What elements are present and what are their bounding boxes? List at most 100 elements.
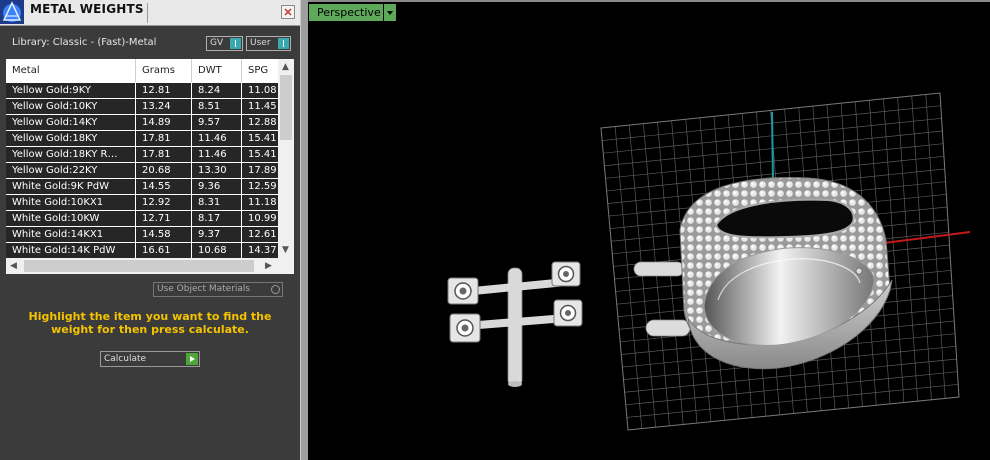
column-header-spg[interactable]: SPG — [242, 59, 282, 82]
cell-spg: 15.41 — [248, 133, 277, 144]
cell-metal: Yellow Gold:18KY — [6, 131, 136, 146]
cell-spg: 11.18 — [248, 197, 277, 208]
user-toggle-label: User — [250, 38, 271, 48]
cell-dwt: 13.30 — [192, 163, 242, 178]
cell-dwt: 8.31 — [192, 195, 242, 210]
cell-metal: Yellow Gold:14KY — [6, 115, 136, 130]
view-mode-dropdown-icon[interactable] — [384, 4, 396, 21]
cell-dwt: 11.46 — [192, 147, 242, 162]
cell-spg: 11.45 — [248, 101, 277, 112]
cell-grams: 14.89 — [136, 115, 192, 130]
sprue-tree-model — [447, 261, 583, 387]
cell-dwt: 9.36 — [192, 179, 242, 194]
cell-spg: 10.99 — [248, 213, 277, 224]
cell-grams: 13.24 — [136, 99, 192, 114]
grid-line — [625, 371, 958, 406]
cell-spg: 12.88 — [248, 117, 277, 128]
cell-metal: White Gold:9K PdW — [6, 179, 136, 194]
panel-titlebar[interactable]: METAL WEIGHTS — [0, 0, 300, 26]
cell-metal: White Gold:14KX1 — [6, 227, 136, 242]
cell-spg: 15.41 — [248, 149, 277, 160]
cell-dwt: 11.46 — [192, 131, 242, 146]
use-object-materials-radio-icon[interactable] — [271, 285, 280, 294]
cell-grams: 16.61 — [136, 243, 192, 258]
table-horizontal-scrollbar[interactable]: ◀ ▶ — [6, 258, 278, 274]
horizontal-scroll-thumb[interactable] — [24, 260, 254, 272]
table-row[interactable]: Yellow Gold:9KY 12.81 8.24 11.08 — [6, 83, 278, 99]
close-button[interactable] — [281, 5, 295, 19]
cell-metal: Yellow Gold:10KY — [6, 99, 136, 114]
cell-grams: 12.81 — [136, 83, 192, 98]
table-row[interactable]: White Gold:10KW 12.71 8.17 10.99 — [6, 211, 278, 227]
cell-grams: 12.92 — [136, 195, 192, 210]
grid-line — [626, 383, 959, 418]
scrollbar-corner — [278, 258, 294, 274]
table-row[interactable]: Yellow Gold:22KY 20.68 13.30 17.89 — [6, 163, 278, 179]
title-divider — [147, 3, 148, 23]
table-row[interactable]: Yellow Gold:18KY 17.81 11.46 15.41 — [6, 131, 278, 147]
user-toggle-indicator-icon — [278, 38, 289, 49]
cell-spg: 12.61 — [248, 229, 277, 240]
cell-dwt: 8.17 — [192, 211, 242, 226]
cell-metal: Yellow Gold:18KY R… — [6, 147, 136, 162]
scroll-up-icon[interactable]: ▲ — [282, 62, 289, 72]
gv-toggle[interactable]: GV — [206, 36, 243, 51]
use-object-materials-option[interactable]: Use Object Materials — [153, 282, 283, 297]
app-logo-icon — [0, 0, 24, 24]
cell-spg: 11.08 — [248, 85, 277, 96]
cell-dwt: 8.51 — [192, 99, 242, 114]
cell-grams: 17.81 — [136, 147, 192, 162]
cell-metal: White Gold:10KX1 — [6, 195, 136, 210]
calculate-label: Calculate — [104, 354, 147, 364]
cell-metal: Yellow Gold:22KY — [6, 163, 136, 178]
cell-spg: 17.89 — [248, 165, 277, 176]
column-header-grams[interactable]: Grams — [136, 59, 192, 82]
table-row[interactable]: Yellow Gold:14KY 14.89 9.57 12.88 — [6, 115, 278, 131]
table-row[interactable]: White Gold:14KX1 14.58 9.37 12.61 — [6, 227, 278, 243]
table-header: Metal Grams DWT SPG — [6, 59, 278, 82]
table-row[interactable]: White Gold:9K PdW 14.55 9.36 12.59 — [6, 179, 278, 195]
scroll-left-icon[interactable]: ◀ — [10, 261, 17, 271]
cell-metal: White Gold:10KW — [6, 211, 136, 226]
instruction-hint: Highlight the item you want to find the … — [28, 310, 272, 336]
table-row[interactable]: White Gold:10KX1 12.92 8.31 11.18 — [6, 195, 278, 211]
cell-spg: 12.59 — [248, 181, 277, 192]
ring-model — [633, 177, 893, 370]
scroll-right-icon[interactable]: ▶ — [265, 261, 272, 271]
cell-grams: 12.71 — [136, 211, 192, 226]
viewport-scene — [447, 92, 971, 431]
panel-splitter[interactable] — [300, 0, 308, 460]
cell-dwt: 9.37 — [192, 227, 242, 242]
view-mode-button[interactable]: Perspective — [309, 4, 383, 21]
cell-metal: White Gold:14K PdW — [6, 243, 136, 258]
scroll-down-icon[interactable]: ▼ — [282, 245, 289, 255]
panel-title: METAL WEIGHTS — [30, 2, 144, 16]
column-header-metal[interactable]: Metal — [6, 59, 136, 82]
cell-dwt: 10.68 — [192, 243, 242, 258]
table-row[interactable]: Yellow Gold:10KY 13.24 8.51 11.45 — [6, 99, 278, 115]
column-header-dwt[interactable]: DWT — [192, 59, 242, 82]
cell-dwt: 9.57 — [192, 115, 242, 130]
gv-toggle-label: GV — [210, 38, 224, 48]
table-vertical-scrollbar[interactable]: ▲ ▼ — [278, 59, 294, 258]
library-label: Library: Classic - (Fast)-Metal — [12, 37, 157, 48]
cell-metal: Yellow Gold:9KY — [6, 83, 136, 98]
table-row[interactable]: White Gold:14K PdW 16.61 10.68 14.37 — [6, 243, 278, 259]
vertical-scroll-thumb[interactable] — [280, 75, 292, 140]
metal-table: Metal Grams DWT SPG Yellow Gold:9KY 12.81… — [6, 59, 294, 274]
table-body: Yellow Gold:9KY 12.81 8.24 11.08 Yellow Gol… — [6, 83, 278, 259]
table-row[interactable]: Yellow Gold:18KY R… 17.81 11.46 15.41 — [6, 147, 278, 163]
play-arrow-icon — [186, 353, 198, 365]
cell-dwt: 8.24 — [192, 83, 242, 98]
close-icon — [284, 8, 292, 16]
cell-spg: 14.37 — [248, 245, 277, 256]
use-object-materials-label: Use Object Materials — [157, 284, 251, 294]
cell-grams: 14.58 — [136, 227, 192, 242]
grid-line — [605, 143, 944, 179]
metal-weights-panel: METAL WEIGHTS Library: Classic - (Fast)-… — [0, 0, 300, 460]
cell-grams: 20.68 — [136, 163, 192, 178]
cell-grams: 14.55 — [136, 179, 192, 194]
gv-toggle-indicator-icon — [230, 38, 241, 49]
calculate-button[interactable]: Calculate — [100, 351, 200, 367]
user-toggle[interactable]: User — [246, 36, 291, 51]
